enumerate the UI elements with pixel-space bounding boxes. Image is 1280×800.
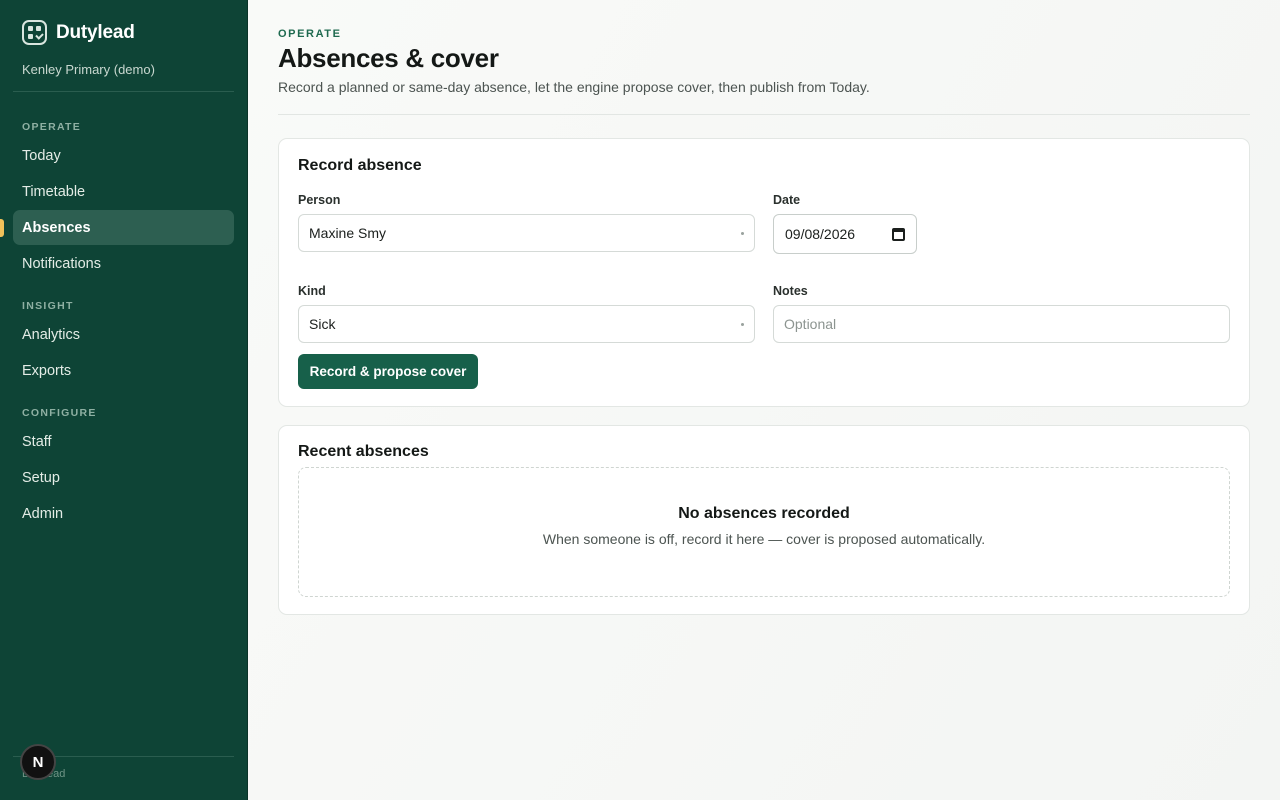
person-label: Person <box>298 193 341 207</box>
page-subtitle: Record a planned or same-day absence, le… <box>278 79 870 95</box>
select-caret-icon <box>741 232 744 235</box>
sidebar-divider <box>13 91 234 92</box>
recent-absences-card: Recent absences No absences recorded Whe… <box>278 425 1250 615</box>
sidebar-item-admin[interactable]: Admin <box>13 496 234 531</box>
sidebar-item-label: Timetable <box>22 183 86 200</box>
page-eyebrow: OPERATE <box>278 28 342 40</box>
header-divider <box>278 114 1250 115</box>
recent-absences-title: Recent absences <box>298 443 429 460</box>
sidebar-item-notifications[interactable]: Notifications <box>13 246 234 281</box>
dev-tools-badge[interactable]: N <box>20 744 56 780</box>
sidebar-item-label: Today <box>22 147 61 164</box>
main-content: OPERATE Absences & cover Record a planne… <box>248 0 1280 800</box>
sidebar-item-today[interactable]: Today <box>13 138 234 173</box>
active-nav-marker <box>0 219 4 237</box>
sidebar-item-label: Notifications <box>22 255 101 272</box>
sidebar-item-analytics[interactable]: Analytics <box>13 317 234 352</box>
dutylead-logo-icon <box>22 20 47 45</box>
notes-label: Notes <box>773 284 808 298</box>
sidebar-item-timetable[interactable]: Timetable <box>13 174 234 209</box>
person-select[interactable]: Maxine Smy <box>298 214 755 252</box>
notes-input[interactable]: Optional <box>773 305 1230 343</box>
sidebar-item-label: Admin <box>22 505 64 522</box>
nav-section-operate: OPERATE <box>22 121 82 133</box>
nav-section-configure: CONFIGURE <box>22 407 97 419</box>
sidebar-item-staff[interactable]: Staff <box>13 424 234 459</box>
sidebar-item-absences[interactable]: Absences <box>13 210 234 245</box>
empty-state: No absences recorded When someone is off… <box>298 467 1230 597</box>
calendar-icon[interactable] <box>892 228 905 241</box>
brand-name: Dutylead <box>56 21 135 43</box>
notes-placeholder: Optional <box>784 316 837 332</box>
date-label: Date <box>773 193 801 207</box>
sidebar-item-exports[interactable]: Exports <box>13 353 234 388</box>
sidebar: Dutylead Kenley Primary (demo) OPERATE T… <box>0 0 248 800</box>
nav-section-insight: INSIGHT <box>22 300 74 312</box>
record-absence-title: Record absence <box>298 157 422 174</box>
empty-state-title: No absences recorded <box>678 505 850 522</box>
record-absence-card: Record absence Person Maxine Smy Date 09… <box>278 138 1250 407</box>
sidebar-item-label: Analytics <box>22 326 81 343</box>
school-name: Kenley Primary (demo) <box>22 62 155 77</box>
kind-select-value: Sick <box>309 316 336 332</box>
sidebar-item-label: Exports <box>22 362 72 379</box>
kind-select[interactable]: Sick <box>298 305 755 343</box>
select-caret-icon <box>741 323 744 326</box>
sidebar-item-label: Setup <box>22 469 60 486</box>
empty-state-text: When someone is off, record it here — co… <box>542 531 986 547</box>
brand[interactable]: Dutylead <box>22 20 135 45</box>
sidebar-item-label: Staff <box>22 433 52 450</box>
person-select-value: Maxine Smy <box>309 225 387 241</box>
sidebar-item-label: Absences <box>22 219 91 236</box>
sidebar-item-setup[interactable]: Setup <box>13 460 234 495</box>
date-input-value: 09/08/2026 <box>785 226 856 242</box>
page-title: Absences & cover <box>278 43 499 73</box>
kind-label: Kind <box>298 284 326 298</box>
date-input[interactable]: 09/08/2026 <box>773 214 917 254</box>
record-propose-cover-button[interactable]: Record & propose cover <box>298 354 478 389</box>
